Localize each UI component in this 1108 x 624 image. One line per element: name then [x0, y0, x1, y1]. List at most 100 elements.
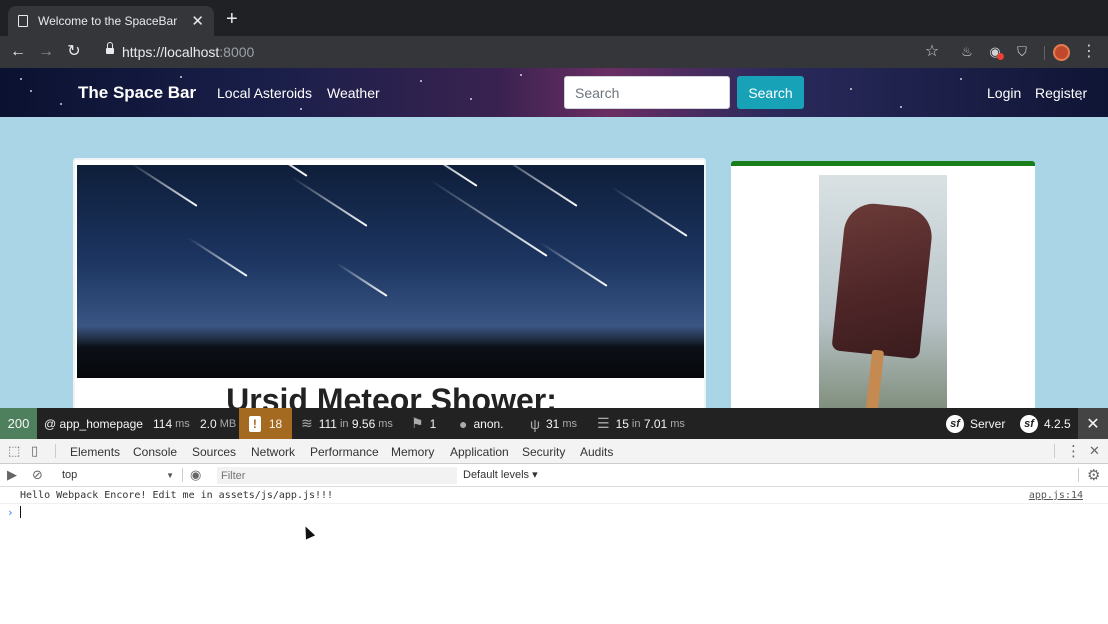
register-link[interactable]: Register	[1035, 85, 1087, 101]
address-bar[interactable]: https://localhost:8000	[122, 44, 254, 60]
console-output[interactable]: Hello Webpack Encore! Edit me in assets/…	[0, 487, 1108, 624]
symfony-version-logo-icon: sf	[1020, 414, 1038, 433]
new-tab-icon[interactable]: +	[226, 9, 238, 29]
symfony-version-panel[interactable]: sf 4.2.5	[1020, 408, 1071, 439]
console-filter-input[interactable]	[217, 467, 457, 484]
console-toolbar: ▶ ⊘ top ◉ Default levels ▾ ⚙	[0, 464, 1108, 487]
db-in: in	[339, 417, 349, 430]
tab-application[interactable]: Application	[450, 445, 509, 459]
search-button[interactable]: Search	[737, 76, 804, 109]
tab-sources[interactable]: Sources	[192, 445, 236, 459]
user-name: anon.	[473, 416, 504, 431]
exclamation-icon: !	[248, 415, 261, 432]
twig-unit: ms	[562, 417, 578, 430]
twig-icon: ψ	[530, 415, 540, 432]
db-time: 9.56	[351, 416, 376, 431]
close-devtools-icon[interactable]: ✕	[1089, 443, 1100, 459]
browser-tabstrip: Welcome to the SpaceBar ✕ +	[0, 0, 1108, 36]
route-name[interactable]: @ app_homepage	[44, 408, 143, 439]
nav-local-asteroids[interactable]: Local Asteroids	[217, 85, 312, 101]
tab-elements[interactable]: Elements	[70, 445, 120, 459]
cache-calls: 15	[615, 416, 629, 431]
security-panel[interactable]: ● anon.	[459, 408, 504, 439]
symfony-version: 4.2.5	[1044, 416, 1071, 431]
translation-icon: ⚑	[411, 415, 424, 431]
browser-toolbar: ← → ↻ https://localhost:8000 ☆ ♨ ◉ ⛉ ⋮	[0, 36, 1108, 68]
server-panel[interactable]: sf Server	[946, 408, 1005, 439]
console-prompt-chevron-icon: ›	[7, 506, 14, 519]
logs-warnings[interactable]: ! 18	[239, 408, 292, 439]
url-host: https://localhost	[122, 44, 220, 60]
sidebar-toggle-icon[interactable]: ▶	[7, 467, 17, 483]
memory-usage[interactable]: 2.0 MB	[200, 408, 236, 439]
sidebar-ad-card	[731, 161, 1035, 408]
search-input[interactable]	[564, 76, 730, 109]
console-settings-gear-icon[interactable]: ⚙	[1087, 466, 1100, 484]
extension-shield-icon[interactable]: ⛉	[1013, 43, 1031, 61]
tab-security[interactable]: Security	[522, 445, 565, 459]
nav-weather[interactable]: Weather	[327, 85, 380, 101]
clear-console-icon[interactable]: ⊘	[32, 467, 43, 483]
login-link[interactable]: Login	[987, 85, 1021, 101]
database-panel[interactable]: ≋ 111 in 9.56 ms	[301, 408, 393, 439]
toolbar-divider	[182, 468, 183, 482]
ad-image[interactable]	[819, 175, 947, 408]
live-expression-eye-icon[interactable]: ◉	[190, 467, 201, 483]
site-navbar: The Space Bar Local Asteroids Weather Se…	[0, 68, 1108, 117]
log-source-link[interactable]: app.js:14	[1029, 490, 1083, 501]
twig-panel[interactable]: ψ 31 ms	[530, 408, 577, 439]
cache-unit: ms	[670, 417, 685, 430]
symfony-debug-toolbar: 200 @ app_homepage 114 ms 2.0 MB ! 18 ≋ 11…	[0, 408, 1108, 439]
close-toolbar-icon[interactable]: ✕	[1078, 408, 1108, 439]
device-toolbar-icon[interactable]: ▯	[31, 443, 38, 459]
console-input-caret[interactable]	[20, 506, 21, 518]
warning-count: 18	[268, 416, 283, 431]
article-card: Ursid Meteor Shower:	[73, 158, 706, 408]
context-select[interactable]: top	[58, 467, 176, 484]
console-log-row: Hello Webpack Encore! Edit me in assets/…	[0, 487, 1108, 504]
forward-icon[interactable]: →	[35, 41, 57, 63]
menu-kebab-icon[interactable]: ⋮	[1080, 43, 1098, 61]
toolbar-divider	[1078, 468, 1079, 482]
tab-network[interactable]: Network	[251, 445, 295, 459]
translation-count: 1	[429, 416, 437, 431]
toolbar-divider	[1044, 46, 1045, 60]
database-layers-icon: ≋	[301, 415, 313, 431]
browser-tab[interactable]: Welcome to the SpaceBar ✕	[8, 6, 214, 36]
site-brand[interactable]: The Space Bar	[78, 83, 196, 103]
server-label: Server	[970, 416, 1006, 431]
request-time-unit: ms	[175, 417, 190, 430]
cache-panel[interactable]: ☰ 15 in 7.01 ms	[597, 408, 685, 439]
cache-time: 7.01	[643, 416, 668, 431]
reload-icon[interactable]: ↻	[63, 41, 85, 63]
log-levels-dropdown[interactable]: Default levels ▾	[463, 468, 538, 481]
memory-unit: MB	[219, 417, 237, 430]
profile-avatar[interactable]	[1053, 44, 1070, 61]
log-message: Hello Webpack Encore! Edit me in assets/…	[20, 490, 334, 501]
tab-audits[interactable]: Audits	[580, 445, 613, 459]
url-port: :8000	[219, 44, 255, 60]
status-code-badge[interactable]: 200	[0, 408, 37, 439]
close-tab-icon[interactable]: ✕	[191, 12, 204, 30]
inspect-element-icon[interactable]: ⬚	[8, 443, 20, 459]
translation-panel[interactable]: ⚑ 1	[411, 408, 436, 439]
lock-icon	[106, 42, 114, 56]
article-hero-image	[77, 165, 704, 378]
devtools-menu-icon[interactable]: ⋮	[1066, 442, 1081, 460]
article-title[interactable]: Ursid Meteor Shower:	[75, 382, 704, 408]
tab-console[interactable]: Console	[133, 445, 178, 466]
tab-memory[interactable]: Memory	[391, 445, 434, 459]
twig-time: 31	[545, 416, 560, 431]
extension-flame-icon[interactable]: ♨	[958, 43, 976, 61]
page-content: Ursid Meteor Shower:	[0, 117, 1108, 408]
bookmark-star-icon[interactable]: ☆	[923, 43, 941, 61]
tab-performance[interactable]: Performance	[310, 445, 379, 459]
back-icon[interactable]: ←	[7, 41, 29, 63]
mouse-pointer-icon	[300, 524, 316, 540]
memory-value: 2.0	[200, 416, 217, 431]
symfony-logo-icon: sf	[946, 414, 964, 433]
tab-divider	[55, 444, 56, 458]
extension-record-icon[interactable]: ◉	[986, 43, 1004, 61]
db-time-unit: ms	[378, 417, 393, 430]
request-time[interactable]: 114 ms	[153, 408, 190, 439]
